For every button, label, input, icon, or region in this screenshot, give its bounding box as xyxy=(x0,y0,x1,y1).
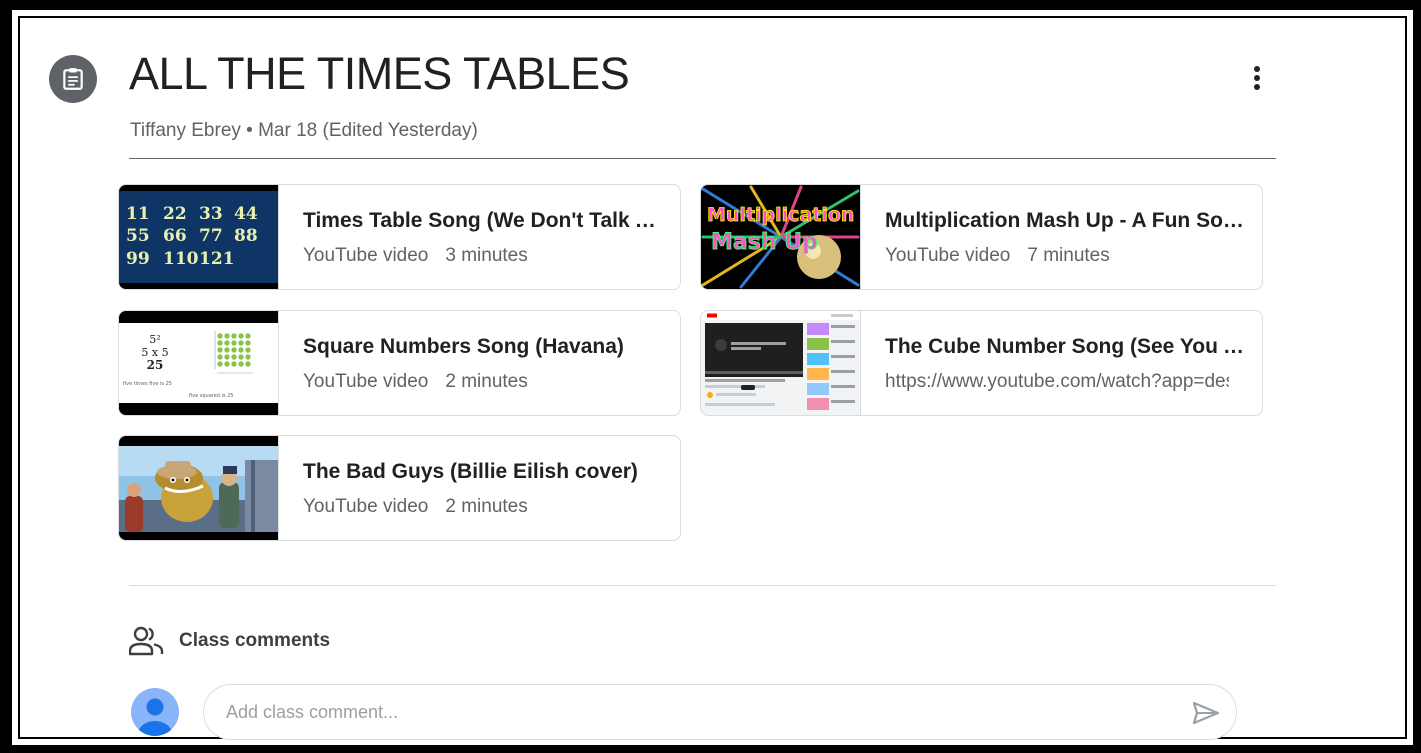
attachment-type: YouTube video xyxy=(303,496,429,517)
assignment-icon xyxy=(49,55,97,103)
video-thumbnail: 5² 5 x 5 25 five times five is 25 five s… xyxy=(119,311,279,415)
thumb-text: 55 xyxy=(126,226,150,246)
thumb-text: 77 xyxy=(199,226,223,246)
attachment-type: YouTube video xyxy=(885,245,1011,266)
people-icon xyxy=(129,626,164,656)
attachment-type: YouTube video xyxy=(303,245,429,266)
thumb-text: 99 xyxy=(126,249,150,269)
thumb-text: Multiplication xyxy=(707,204,854,226)
user-avatar xyxy=(131,688,179,736)
attachment-duration: 3 minutes xyxy=(445,245,528,266)
thumb-text: five squared is 25 xyxy=(189,393,234,399)
attachment-subtitle: YouTube video 3 minutes xyxy=(303,245,647,267)
thumb-text: 121 xyxy=(199,249,235,269)
thumb-text: 110 xyxy=(163,249,199,269)
header-divider xyxy=(129,158,1276,159)
thumb-text: 22 xyxy=(163,204,187,224)
class-comment-input[interactable] xyxy=(226,685,1146,739)
attachment-subtitle: YouTube video 7 minutes xyxy=(885,245,1229,267)
class-comments-header: Class comments xyxy=(129,626,330,656)
video-thumbnail: 11 22 33 44 55 66 77 88 99 110 121 xyxy=(119,185,279,289)
post-title: ALL THE TIMES TABLES xyxy=(129,48,630,99)
attachment-title: The Cube Number Song (See You Again) xyxy=(885,335,1245,358)
attachment-title: Multiplication Mash Up - A Fun Song xyxy=(885,209,1245,232)
attachment-subtitle: YouTube video 2 minutes xyxy=(303,371,647,393)
more-vert-icon xyxy=(1254,66,1260,90)
attachment-url: https://www.youtube.com/watch?app=deskto… xyxy=(885,371,1229,392)
post-date: Mar 18 (Edited Yesterday) xyxy=(258,120,478,141)
author-name: Tiffany Ebrey xyxy=(130,120,241,141)
thumb-text: Mash Up xyxy=(711,230,818,255)
video-thumbnail: Multiplication Mash Up xyxy=(701,185,861,289)
screenshot-frame: ALL THE TIMES TABLES Tiffany Ebrey • Mar… xyxy=(0,0,1421,753)
comment-box xyxy=(203,684,1237,740)
video-thumbnail xyxy=(119,436,279,540)
attachment-title: Square Numbers Song (Havana) xyxy=(303,335,624,358)
thumb-text: 11 xyxy=(126,204,150,224)
attachment-title: Times Table Song (We Don't Talk About Br… xyxy=(303,209,663,232)
send-icon xyxy=(1192,701,1220,725)
attachment-card[interactable]: The Cube Number Song (See You Again) htt… xyxy=(700,310,1263,416)
webpage-thumbnail xyxy=(701,311,861,415)
attachment-title: The Bad Guys (Billie Eilish cover) xyxy=(303,460,638,483)
attachment-duration: 2 minutes xyxy=(445,496,528,517)
thumb-text: 44 xyxy=(234,204,258,224)
attachment-type: YouTube video xyxy=(303,371,429,392)
attachment-card[interactable]: 11 22 33 44 55 66 77 88 99 110 121 Times… xyxy=(118,184,681,290)
post-meta: Tiffany Ebrey • Mar 18 (Edited Yesterday… xyxy=(130,120,478,142)
thumb-text: five times five is 25 xyxy=(123,381,172,387)
meta-separator: • xyxy=(246,120,253,141)
attachment-duration: 7 minutes xyxy=(1027,245,1110,266)
attachment-card[interactable]: Multiplication Mash Up Multiplication Ma… xyxy=(700,184,1263,290)
thumb-text: 5² xyxy=(149,333,160,346)
class-comments-label: Class comments xyxy=(179,630,331,651)
send-comment-button[interactable] xyxy=(1190,697,1222,729)
thumb-text: 33 xyxy=(199,204,223,224)
attachment-duration: 2 minutes xyxy=(445,371,528,392)
thumb-text: 25 xyxy=(147,358,164,372)
more-options-button[interactable] xyxy=(1241,62,1273,94)
thumb-text: 88 xyxy=(234,226,258,246)
attachment-subtitle: YouTube video 2 minutes xyxy=(303,496,647,518)
attachment-card[interactable]: The Bad Guys (Billie Eilish cover) YouTu… xyxy=(118,435,681,541)
comments-divider xyxy=(129,585,1276,586)
attachment-card[interactable]: 5² 5 x 5 25 five times five is 25 five s… xyxy=(118,310,681,416)
thumb-text: 66 xyxy=(163,226,187,246)
